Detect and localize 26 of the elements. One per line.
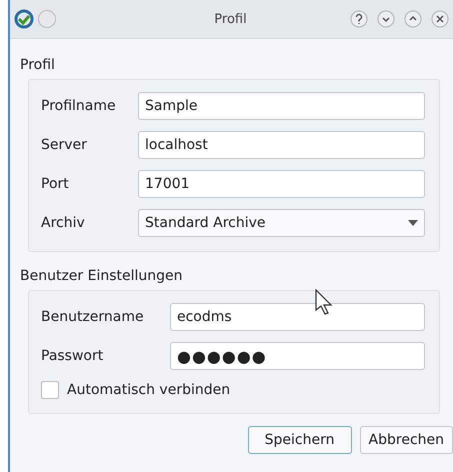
input-field[interactable]: ecodms xyxy=(170,303,425,331)
minimize-icon[interactable] xyxy=(377,10,395,28)
field-label: Profilname xyxy=(41,98,117,114)
field-label: Passwort xyxy=(41,348,104,364)
checkbox-label[interactable]: Automatisch verbinden xyxy=(67,382,230,398)
save-button[interactable]: Speichern xyxy=(248,426,352,454)
group-title: Profil xyxy=(20,57,55,73)
maximize-icon[interactable] xyxy=(404,10,422,28)
checkbox[interactable] xyxy=(41,381,59,399)
input-field[interactable]: localhost xyxy=(138,131,425,159)
help-icon[interactable] xyxy=(350,10,368,28)
close-icon[interactable] xyxy=(431,10,449,28)
input-field[interactable]: ●●●●●● xyxy=(170,342,425,370)
field-label: Port xyxy=(41,176,70,192)
input-field[interactable]: Sample xyxy=(138,92,425,120)
field-label: Benutzername xyxy=(41,309,145,325)
input-field[interactable]: 17001 xyxy=(138,170,425,198)
mouse-pointer-icon xyxy=(315,289,333,315)
field-label: Archiv xyxy=(41,215,86,231)
archive-dropdown[interactable]: Standard Archive xyxy=(138,209,425,237)
field-label: Server xyxy=(41,137,88,153)
window-title: Profil xyxy=(213,12,248,26)
cancel-button[interactable]: Abbrechen xyxy=(360,426,453,454)
app-logo-icon xyxy=(14,9,34,29)
dropdown-arrow-icon xyxy=(408,220,418,226)
group-title: Benutzer Einstellungen xyxy=(20,268,183,284)
